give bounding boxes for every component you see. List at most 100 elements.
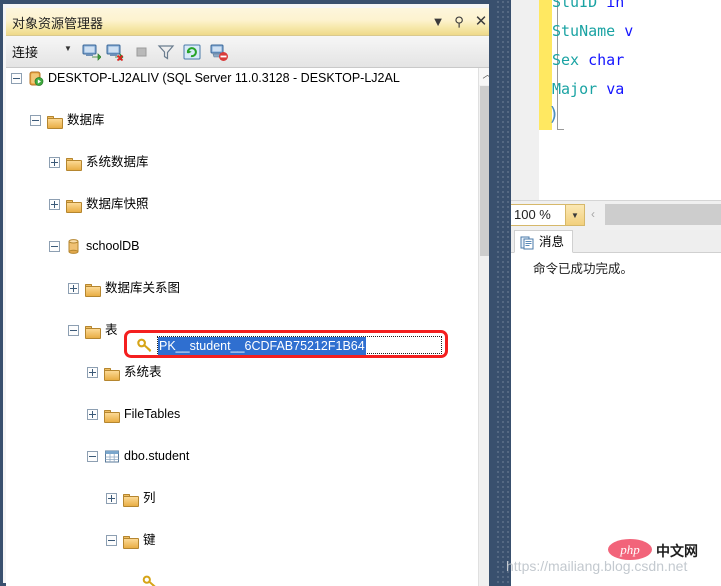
close-icon[interactable]: ✕	[471, 12, 491, 32]
tree-node[interactable]: 数据库快照	[6, 194, 478, 215]
expand-icon[interactable]	[49, 199, 60, 210]
key-icon	[142, 575, 158, 586]
tree-node-label: FileTables	[124, 407, 181, 421]
tab-messages-label: 消息	[539, 235, 565, 249]
tree-node-label: 系统数据库	[86, 155, 149, 169]
expand-icon[interactable]	[106, 493, 117, 504]
object-explorer-toolbar: 连接 ▼	[6, 36, 496, 68]
code-line: StuName v	[552, 17, 633, 46]
sql-identifier: StuName	[552, 22, 625, 40]
code-line: StuID in	[552, 0, 624, 17]
tree-node[interactable]: 列	[6, 488, 478, 509]
tree-node-label: 数据库	[67, 113, 105, 127]
folder-icon	[85, 323, 101, 339]
panel-title: 对象资源管理器	[12, 16, 104, 31]
folder-icon	[66, 155, 82, 171]
tree-node-label: schoolDB	[86, 239, 140, 253]
splitter-grip-texture	[496, 0, 510, 586]
database-icon	[66, 239, 82, 254]
tree-node[interactable]: PK__student__6CDFAB75212F1B64	[6, 572, 478, 586]
connect-button[interactable]: 连接	[12, 42, 38, 62]
key-icon	[137, 338, 153, 354]
expand-icon[interactable]	[68, 283, 79, 294]
folder-icon	[66, 197, 82, 213]
tree-node-label: dbo.student	[124, 449, 190, 463]
closing-paren: )	[548, 103, 560, 125]
sql-keyword: in	[606, 0, 625, 11]
messages-body[interactable]: 命令已成功完成。	[511, 253, 721, 586]
server-icon	[28, 71, 44, 86]
tree-node[interactable]: DESKTOP-LJ2ALIV (SQL Server 11.0.3128 - …	[6, 68, 478, 89]
tab-messages[interactable]: 消息	[514, 230, 574, 253]
chevron-down-icon: ▼	[571, 211, 579, 220]
collapse-icon[interactable]	[30, 115, 41, 126]
tree-node-label: 系统表	[124, 365, 162, 379]
tree-node[interactable]: 键	[6, 530, 478, 551]
sql-code-editor[interactable]: StuID in StuName v Sex char Major va)	[511, 0, 721, 200]
sql-keyword: va	[606, 80, 625, 98]
refresh-icon[interactable]	[182, 42, 202, 62]
expand-icon[interactable]	[87, 409, 98, 420]
object-explorer-titlebar: 对象资源管理器 ▼ ⚲ ✕	[6, 8, 496, 36]
rename-input-value: PK__student__6CDFAB75212F1B64	[158, 337, 366, 355]
collapse-icon[interactable]	[68, 325, 79, 336]
auto-hide-pin-icon[interactable]: ⚲	[449, 12, 469, 32]
tree-node-label: DESKTOP-LJ2ALIV (SQL Server 11.0.3128 - …	[48, 71, 400, 85]
rename-input[interactable]: PK__student__6CDFAB75212F1B64	[157, 336, 442, 355]
collapse-icon[interactable]	[11, 73, 22, 84]
tree-node[interactable]: 系统数据库	[6, 152, 478, 173]
collapse-icon[interactable]	[87, 451, 98, 462]
folder-icon	[85, 281, 101, 297]
editor-horizontal-scrollbar[interactable]	[605, 204, 721, 225]
table-icon	[104, 449, 120, 464]
watermark-url: https://mailiang.blog.csdn.net	[506, 558, 688, 574]
sql-identifier: Sex	[552, 51, 589, 69]
primary-key-rename-highlight: PK__student__6CDFAB75212F1B64	[124, 330, 448, 358]
window-position-dropdown-icon[interactable]: ▼	[428, 12, 448, 32]
chevron-down-icon[interactable]: ▼	[64, 44, 72, 53]
object-explorer-panel: 对象资源管理器 ▼ ⚲ ✕ 连接 ▼ DESKTOP-LJ2ALIV (SQL …	[0, 0, 496, 586]
folder-icon	[123, 491, 139, 507]
sql-identifier: Major	[552, 80, 607, 98]
sql-keyword: v	[624, 22, 634, 40]
results-tabstrip: 消息	[511, 230, 721, 253]
filter-icon[interactable]	[156, 42, 176, 62]
php-logo: php	[608, 539, 652, 560]
collapse-icon[interactable]	[49, 241, 60, 252]
tree-node-label: 表	[105, 323, 118, 337]
sql-keyword: char	[588, 51, 625, 69]
folder-icon	[104, 365, 120, 381]
tree-node[interactable]: 数据库关系图	[6, 278, 478, 299]
tree-node-label: 数据库快照	[86, 197, 149, 211]
code-lines: StuID in StuName v Sex char Major va)	[548, 0, 721, 200]
disconnect-object-explorer-icon[interactable]	[105, 42, 125, 62]
scroll-left-arrow-icon[interactable]: ‹	[591, 207, 595, 221]
php-logo-text: php	[620, 542, 640, 557]
tree-node[interactable]: FileTables	[6, 404, 478, 425]
zoom-level-combobox[interactable]: 100 % ▼	[511, 204, 585, 226]
object-explorer-tree[interactable]: DESKTOP-LJ2ALIV (SQL Server 11.0.3128 - …	[6, 68, 496, 586]
tree-node[interactable]: schoolDB	[6, 236, 478, 257]
folder-icon	[123, 533, 139, 549]
message-text: 命令已成功完成。	[533, 262, 634, 276]
collapse-icon[interactable]	[106, 535, 117, 546]
stop-icon	[132, 42, 152, 62]
folder-icon	[104, 407, 120, 423]
tree-node-label: 数据库关系图	[105, 281, 181, 295]
results-pane: 消息 命令已成功完成。	[511, 230, 721, 586]
tree-node[interactable]: dbo.student	[6, 446, 478, 467]
messages-icon	[520, 235, 534, 250]
tree-node[interactable]: 数据库	[6, 110, 478, 131]
connect-object-explorer-icon[interactable]	[81, 42, 101, 62]
disconnect-all-icon[interactable]	[209, 42, 229, 62]
tree-node-list: DESKTOP-LJ2ALIV (SQL Server 11.0.3128 - …	[6, 68, 478, 586]
expand-icon[interactable]	[49, 157, 60, 168]
folder-icon	[47, 113, 63, 129]
expand-icon[interactable]	[87, 367, 98, 378]
code-line: Sex char	[552, 46, 624, 75]
editor-and-results-pane: StuID in StuName v Sex char Major va) 100 %…	[511, 0, 721, 586]
tree-node[interactable]: 系统表	[6, 362, 478, 383]
tree-node-label: 列	[143, 491, 156, 505]
tree-node-label: 键	[143, 533, 156, 547]
zoom-dropdown-button[interactable]: ▼	[565, 205, 584, 225]
